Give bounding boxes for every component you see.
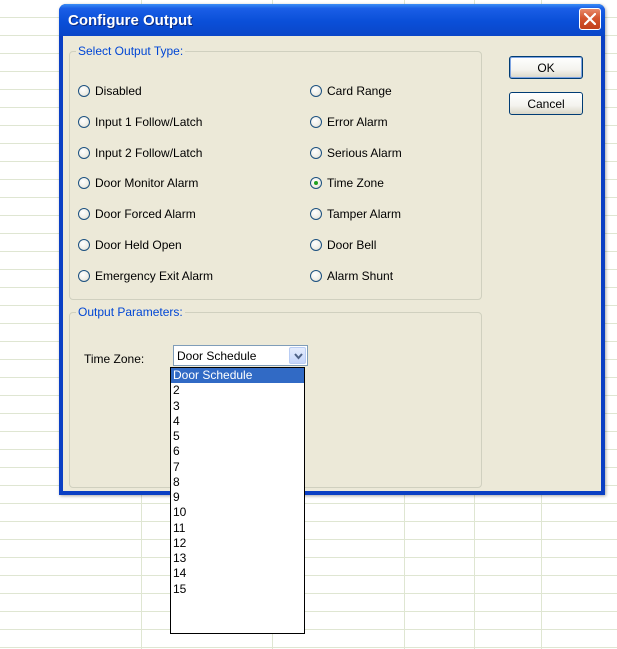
radio-button-icon[interactable] xyxy=(310,208,322,221)
dropdown-option[interactable]: 11 xyxy=(171,521,304,536)
radio-button-icon[interactable] xyxy=(78,85,90,97)
radio-button-icon[interactable] xyxy=(310,146,322,159)
radio-label: Door Forced Alarm xyxy=(95,207,196,222)
radio-label: Serious Alarm xyxy=(327,145,402,160)
close-icon xyxy=(584,13,596,25)
radio-button-icon[interactable] xyxy=(78,208,90,221)
dropdown-option[interactable]: 12 xyxy=(171,536,304,551)
radio-label: Alarm Shunt xyxy=(327,268,394,283)
radio-label: Door Bell xyxy=(327,238,377,252)
radio-door-bell[interactable]: Door Bell xyxy=(310,237,376,253)
radio-door-monitor-alarm[interactable]: Door Monitor Alarm xyxy=(78,175,198,191)
radio-button-icon[interactable] xyxy=(310,85,322,97)
radio-label: Card Range xyxy=(327,84,392,98)
radio-time-zone[interactable]: Time Zone xyxy=(310,175,384,191)
radio-button-icon[interactable] xyxy=(78,146,90,159)
radio-label: Error Alarm xyxy=(327,114,388,129)
dropdown-option[interactable]: 13 xyxy=(171,551,304,566)
radio-button-icon[interactable] xyxy=(78,239,90,251)
radio-label: Emergency Exit Alarm xyxy=(95,268,214,283)
configure-output-dialog: Configure Output Select Output Type: OK … xyxy=(59,4,605,495)
radio-door-forced-alarm[interactable]: Door Forced Alarm xyxy=(78,206,196,222)
radio-label: Tamper Alarm xyxy=(327,207,402,222)
output-parameters-legend: Output Parameters: xyxy=(76,305,185,319)
dialog-title: Configure Output xyxy=(68,12,193,29)
dropdown-option[interactable]: 9 xyxy=(171,490,304,505)
radio-error-alarm[interactable]: Error Alarm xyxy=(310,114,388,130)
radio-button-icon[interactable] xyxy=(78,177,90,190)
radio-button-icon[interactable] xyxy=(78,115,90,128)
dropdown-option[interactable]: 6 xyxy=(171,444,304,459)
radio-emergency-exit-alarm[interactable]: Emergency Exit Alarm xyxy=(78,268,213,284)
time-zone-select-value: Door Schedule xyxy=(177,349,257,363)
radio-label: Door Held Open xyxy=(95,238,182,252)
dropdown-button[interactable] xyxy=(289,347,306,364)
dropdown-option[interactable]: 10 xyxy=(171,505,304,520)
radio-label: Door Monitor Alarm xyxy=(95,176,199,191)
radio-card-range[interactable]: Card Range xyxy=(310,83,392,99)
dropdown-option[interactable]: 8 xyxy=(171,475,304,490)
time-zone-select[interactable]: Door Schedule xyxy=(173,345,308,366)
chevron-down-icon xyxy=(294,353,303,360)
dropdown-option[interactable]: 4 xyxy=(171,414,304,429)
radio-serious-alarm[interactable]: Serious Alarm xyxy=(310,145,402,161)
radio-tamper-alarm[interactable]: Tamper Alarm xyxy=(310,206,401,222)
radio-label: Input 1 Follow/Latch xyxy=(95,114,203,129)
dropdown-option[interactable]: 2 xyxy=(171,383,304,398)
radio-input-1-follow-latch[interactable]: Input 1 Follow/Latch xyxy=(78,114,202,130)
cancel-button[interactable]: Cancel xyxy=(509,92,583,115)
close-button[interactable] xyxy=(579,8,601,30)
radio-label: Input 2 Follow/Latch xyxy=(95,145,203,160)
title-bar[interactable]: Configure Output xyxy=(59,4,605,36)
dropdown-option[interactable]: 5 xyxy=(171,429,304,444)
dropdown-option[interactable]: 3 xyxy=(171,399,304,414)
radio-button-icon[interactable] xyxy=(310,239,322,251)
dropdown-option[interactable]: 14 xyxy=(171,566,304,581)
ok-button[interactable]: OK xyxy=(509,56,583,79)
radio-alarm-shunt[interactable]: Alarm Shunt xyxy=(310,268,393,284)
radio-button-icon[interactable] xyxy=(310,115,322,128)
dialog-body: Select Output Type: OK Cancel Output Par… xyxy=(63,36,601,491)
radio-disabled[interactable]: Disabled xyxy=(78,83,142,99)
dropdown-option[interactable]: 7 xyxy=(171,460,304,475)
radio-door-held-open[interactable]: Door Held Open xyxy=(78,237,182,253)
radio-button-icon[interactable] xyxy=(78,269,90,282)
radio-input-2-follow-latch[interactable]: Input 2 Follow/Latch xyxy=(78,145,202,161)
radio-label: Time Zone xyxy=(327,176,384,191)
dropdown-option[interactable]: Door Schedule xyxy=(171,368,304,384)
radio-button-icon[interactable] xyxy=(310,177,322,190)
dropdown-option[interactable]: 15 xyxy=(171,582,304,597)
radio-button-icon[interactable] xyxy=(310,269,322,282)
radio-label: Disabled xyxy=(95,84,142,98)
time-zone-label: Time Zone: xyxy=(84,352,145,366)
time-zone-dropdown-list[interactable]: Door Schedule 2 3 4 5 6 7 8 9 10 11 12 13 14 15 xyxy=(170,367,305,634)
output-type-legend: Select Output Type: xyxy=(76,44,186,58)
